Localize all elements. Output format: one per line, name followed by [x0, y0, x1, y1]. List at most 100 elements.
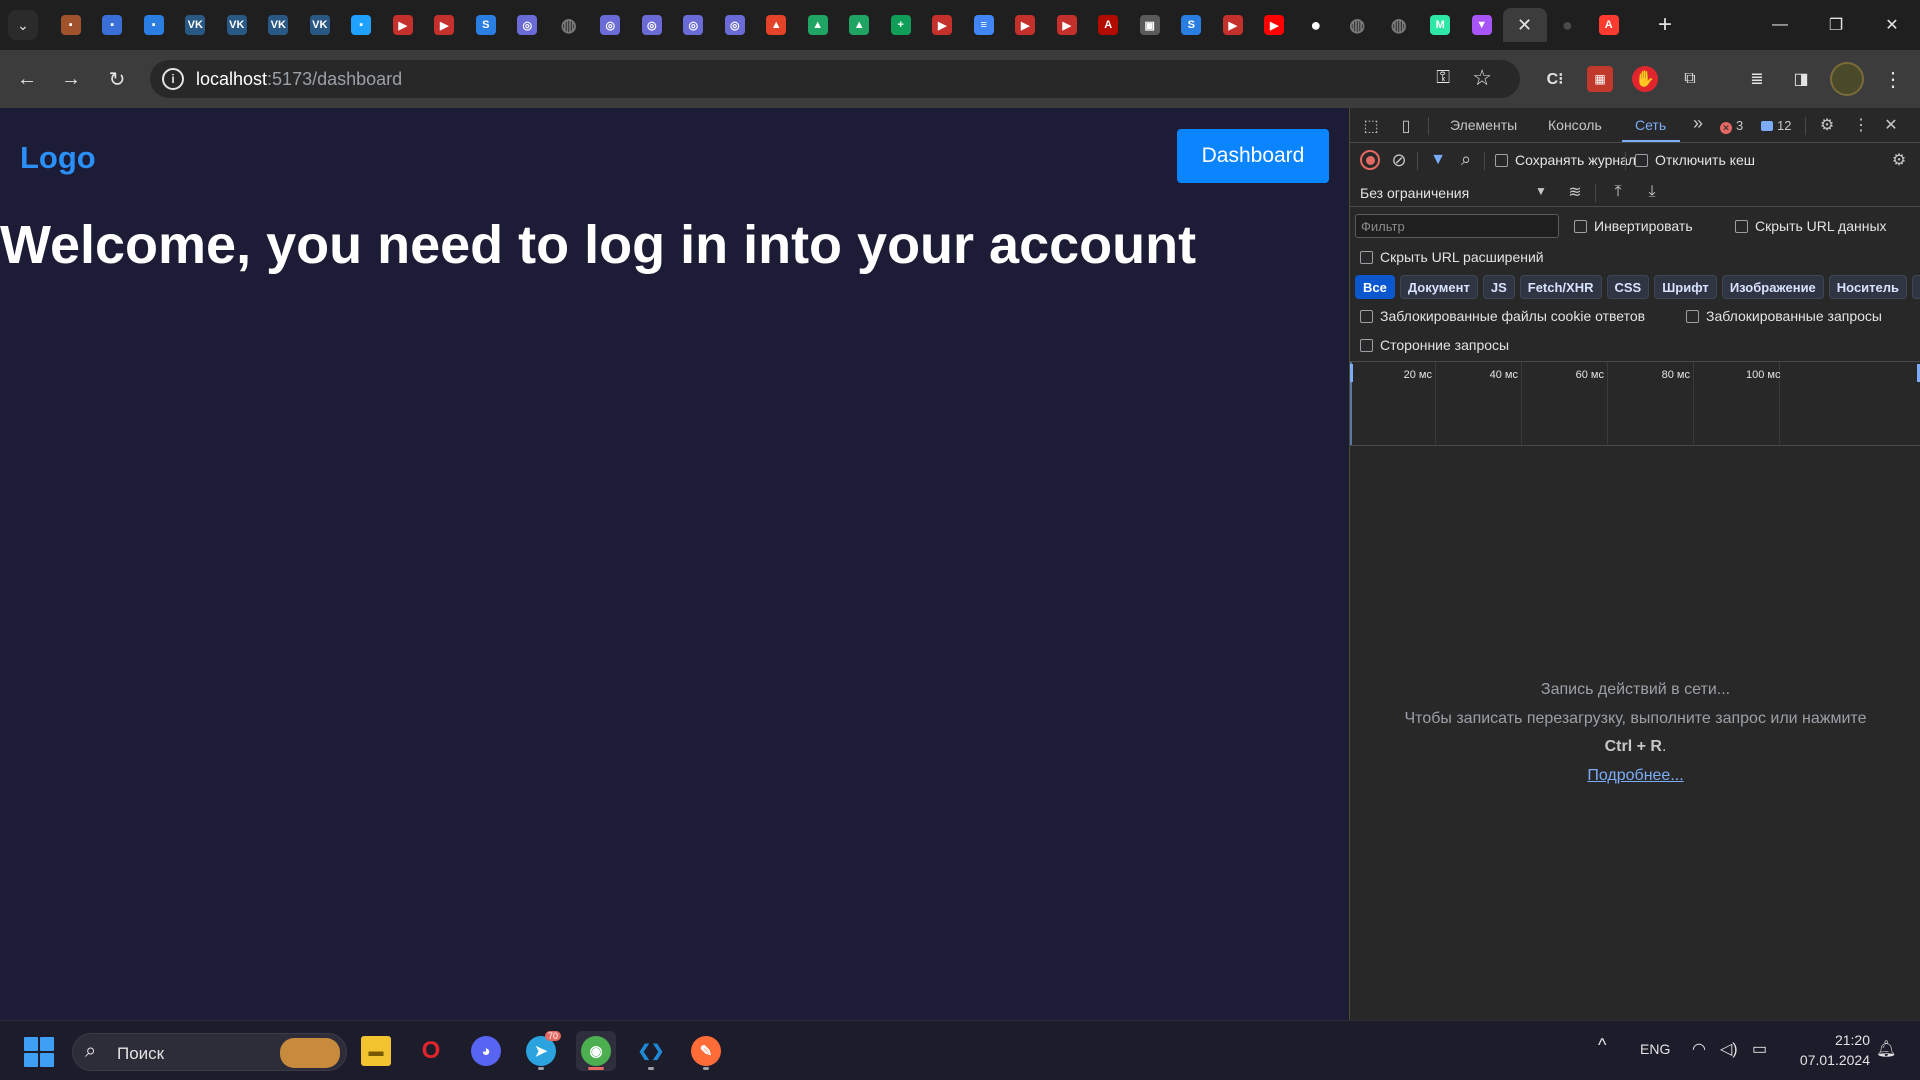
battery-icon[interactable]: ▭ — [1752, 1039, 1767, 1059]
tab[interactable]: ▶ — [382, 8, 424, 42]
inspect-element-icon[interactable]: ⬚ — [1360, 115, 1382, 137]
tab[interactable]: ▶ — [1046, 8, 1088, 42]
tab[interactable]: ▲ — [797, 8, 839, 42]
tab[interactable]: ▪ — [92, 8, 134, 42]
taskbar-app[interactable]: ❮❯ — [631, 1031, 671, 1071]
restore-button[interactable]: ❐ — [1808, 0, 1864, 50]
messages-badge[interactable]: 12 — [1761, 118, 1791, 133]
tab[interactable]: ▪ — [341, 8, 383, 42]
settings-gear-icon[interactable]: ⚙ — [1816, 114, 1838, 136]
tab[interactable]: ◍ — [548, 8, 590, 42]
tab[interactable]: ▪ — [133, 8, 175, 42]
filter-chip[interactable]: Носитель — [1828, 275, 1908, 299]
input-language[interactable]: ENG — [1640, 1041, 1670, 1057]
invert-checkbox[interactable]: Инвертировать — [1574, 218, 1693, 234]
extension-c-icon[interactable]: C⁝ — [1542, 66, 1568, 92]
tab[interactable]: ◎ — [590, 8, 632, 42]
tab[interactable]: ▶ — [922, 8, 964, 42]
taskbar-app[interactable]: ◉ — [576, 1031, 616, 1071]
more-tabs-button[interactable]: » — [1693, 113, 1703, 134]
preserve-log-checkbox[interactable]: Сохранять журнал — [1495, 152, 1636, 168]
password-key-icon[interactable]: ⚿ — [1436, 67, 1450, 88]
filter-chip[interactable]: Шрифт — [1654, 275, 1717, 299]
volume-icon[interactable]: ◁) — [1720, 1039, 1738, 1059]
taskbar-app[interactable]: ◕ — [466, 1031, 506, 1071]
site-info-icon[interactable]: i — [162, 68, 184, 90]
tab[interactable]: ◍ — [1337, 8, 1379, 42]
new-tab-button[interactable]: + — [1650, 10, 1680, 40]
filter-chip[interactable]: Все — [1355, 275, 1395, 299]
tab[interactable]: ● — [1547, 8, 1589, 42]
filter-chip[interactable]: CSS — [1606, 275, 1650, 299]
tab[interactable]: ▶ — [1254, 8, 1296, 42]
network-settings-icon[interactable]: ⚙ — [1888, 149, 1910, 171]
extensions-icon[interactable]: ⧉ — [1677, 66, 1703, 92]
tab[interactable]: ▲ — [756, 8, 798, 42]
tab[interactable]: ◎ — [507, 8, 549, 42]
tab[interactable]: + — [880, 8, 922, 42]
tab-elements[interactable]: Элементы — [1450, 117, 1517, 133]
blocked-requests-checkbox[interactable]: Заблокированные запросы — [1686, 308, 1882, 324]
tab[interactable]: VK — [299, 8, 341, 42]
filter-chip[interactable]: Fetch/XHR — [1519, 275, 1602, 299]
taskbar-search[interactable]: ⌕ Поиск — [72, 1033, 347, 1071]
browser-menu-icon[interactable]: ⋮ — [1880, 66, 1906, 92]
minimize-button[interactable]: — — [1752, 0, 1808, 50]
tab[interactable]: VK — [258, 8, 300, 42]
devtools-menu-icon[interactable]: ⋮ — [1850, 114, 1872, 136]
tab[interactable]: ◎ — [673, 8, 715, 42]
forward-button[interactable]: → — [56, 64, 86, 94]
media-controls-icon[interactable]: ≣ — [1744, 66, 1770, 92]
tab-search-button[interactable]: ⌄ — [8, 10, 38, 40]
tab[interactable]: ≡ — [963, 8, 1005, 42]
third-party-checkbox[interactable]: Сторонние запросы — [1360, 337, 1509, 353]
tab[interactable]: ▣ — [1129, 8, 1171, 42]
tab[interactable]: A — [1588, 8, 1630, 42]
windows-start-icon[interactable] — [24, 1037, 54, 1067]
tab[interactable]: ● — [1295, 8, 1337, 42]
extension-puzzle-red-icon[interactable]: ▦ — [1587, 66, 1613, 92]
errors-badge[interactable]: ✕ 3 — [1720, 118, 1743, 134]
filter-chip[interactable]: M — [1912, 275, 1920, 299]
learn-more-link[interactable]: Подробнее... — [1587, 767, 1683, 784]
search-icon[interactable]: ⌕ — [1455, 148, 1477, 170]
tab[interactable]: ◎ — [631, 8, 673, 42]
taskbar-app[interactable]: ➤ 70 — [521, 1031, 561, 1071]
taskbar-app[interactable]: O — [411, 1031, 451, 1071]
hide-extension-urls-checkbox[interactable]: Скрыть URL расширений — [1360, 249, 1544, 265]
tab[interactable]: VK — [175, 8, 217, 42]
record-button[interactable] — [1360, 150, 1380, 170]
wifi-icon[interactable]: ◠ — [1692, 1039, 1706, 1059]
tab[interactable]: M — [1420, 8, 1462, 42]
network-overview-timeline[interactable]: 20 мс 40 мс 60 мс 80 мс 100 мс — [1350, 361, 1920, 446]
tab-active[interactable]: ✕ — [1502, 8, 1547, 42]
clock[interactable]: 21:20 07.01.2024 — [1780, 1030, 1870, 1070]
show-hidden-icons-button[interactable]: ^ — [1598, 1035, 1606, 1056]
filter-chip[interactable]: JS — [1482, 275, 1515, 299]
profile-avatar[interactable] — [1830, 62, 1864, 96]
tab[interactable]: ▲ — [839, 8, 881, 42]
filter-chip[interactable]: Изображение — [1721, 275, 1824, 299]
side-panel-icon[interactable]: ◨ — [1788, 66, 1814, 92]
tab[interactable]: ▪ — [50, 8, 92, 42]
notifications-bell-icon[interactable]: 🔔︎ — [1876, 1039, 1896, 1059]
taskbar-app[interactable]: ▬ — [356, 1031, 396, 1071]
bookmark-star-icon[interactable]: ☆ — [1472, 65, 1492, 91]
tab[interactable]: VK — [216, 8, 258, 42]
device-toolbar-icon[interactable]: ▯ — [1395, 115, 1417, 137]
clear-icon[interactable]: ⊘ — [1388, 149, 1410, 171]
back-button[interactable]: ← — [12, 64, 42, 94]
tab-network[interactable]: Сеть — [1635, 117, 1666, 133]
tab[interactable]: ▶ — [1005, 8, 1047, 42]
extension-adblock-icon[interactable]: ✋ — [1632, 66, 1658, 92]
address-bar[interactable]: i localhost:5173/dashboard ⚿ ☆ — [150, 60, 1520, 98]
filter-chip[interactable]: Документ — [1399, 275, 1478, 299]
active-tab-icon[interactable]: ✕ — [1515, 15, 1535, 35]
disable-cache-checkbox[interactable]: Отключить кеш — [1635, 152, 1755, 168]
reload-button[interactable]: ↻ — [102, 64, 132, 94]
dashboard-button[interactable]: Dashboard — [1177, 129, 1329, 183]
export-har-icon[interactable]: ⤓ — [1641, 181, 1663, 203]
url-text[interactable]: localhost:5173/dashboard — [196, 69, 402, 90]
throttling-select[interactable]: Без ограничения — [1360, 185, 1469, 201]
site-logo[interactable]: Logo — [20, 140, 96, 176]
